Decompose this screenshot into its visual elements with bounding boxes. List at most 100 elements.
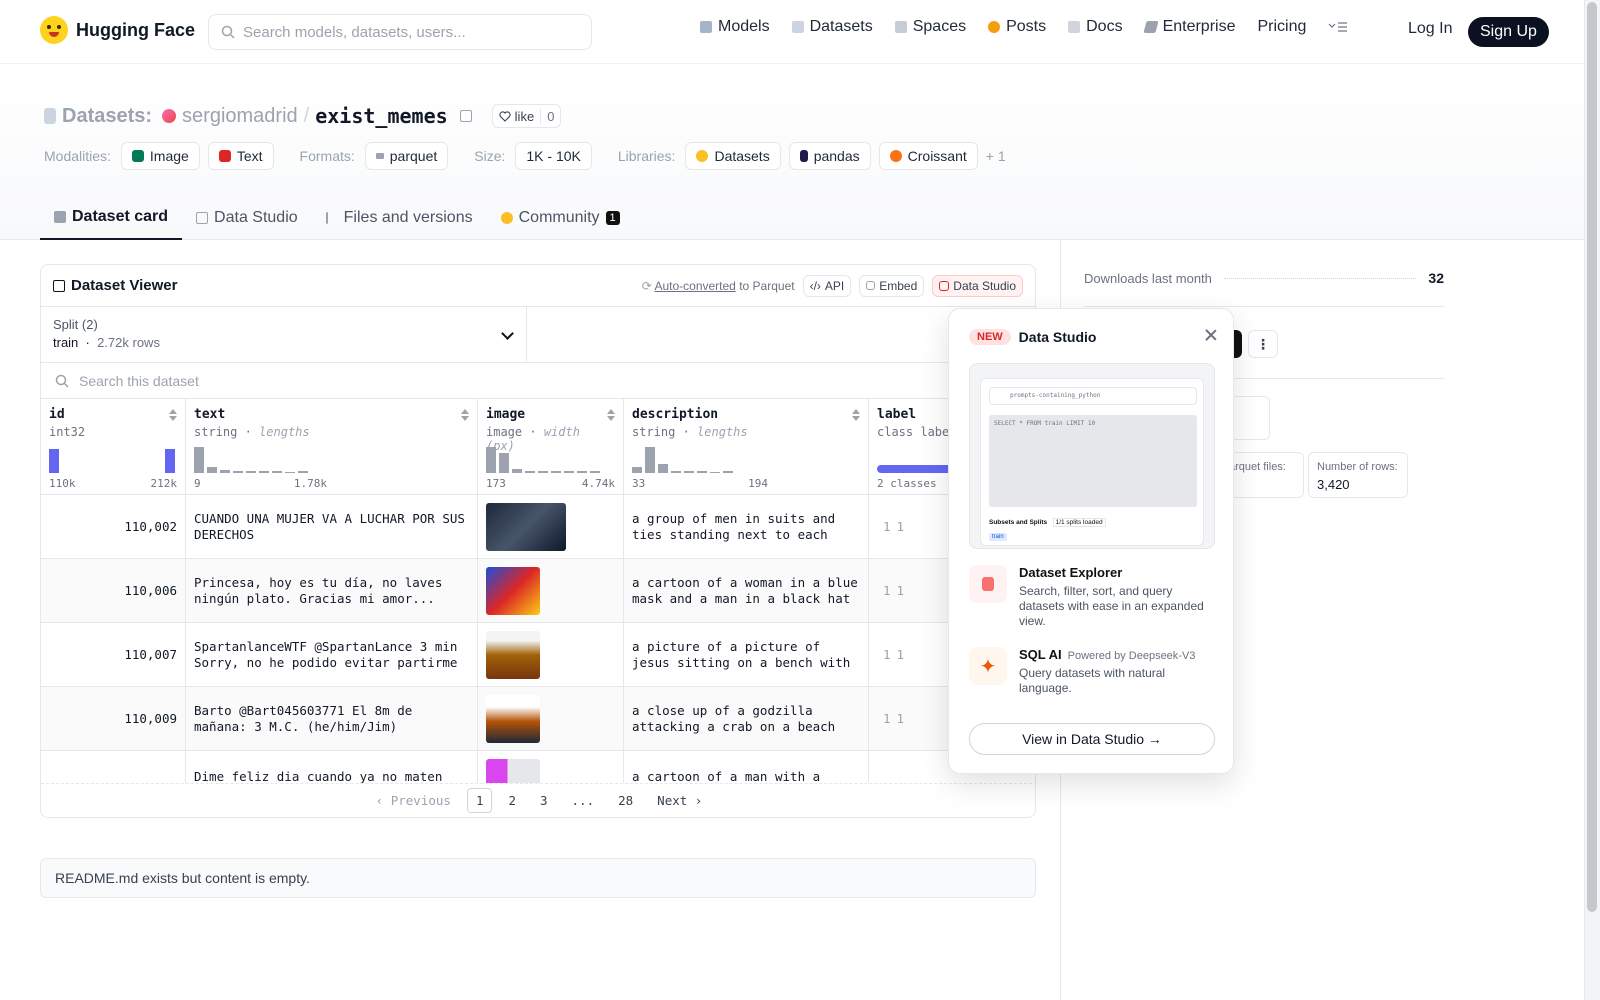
size-tag[interactable]: 1K - 10K: [515, 142, 592, 170]
label-sub: 1: [896, 519, 905, 534]
previous-label: Previous: [390, 793, 451, 808]
top-nav: Hugging Face Models Datasets Spaces Post…: [0, 0, 1584, 64]
cell-description: a group of men in suits and ties standin…: [624, 495, 869, 558]
viewer-header: Dataset Viewer ⟳ Auto-converted to Parqu…: [41, 265, 1035, 307]
page-3[interactable]: 3: [532, 789, 556, 812]
column-header-id[interactable]: id int32 110k 212k: [41, 399, 186, 494]
page-scrollbar[interactable]: [1584, 0, 1600, 1000]
tab-files-versions[interactable]: Files and versions: [312, 196, 487, 240]
sql-ai-feature: ✦ SQL AI Powered by Deepseek-V3 Query dat…: [969, 647, 1215, 696]
tab-data-studio[interactable]: Data Studio: [182, 196, 312, 240]
embed-button[interactable]: Embed: [859, 274, 925, 297]
cell-id: 110,009: [41, 687, 186, 750]
more-options-button[interactable]: ⋮: [1248, 330, 1278, 358]
dataset-tabs: Dataset card Data Studio Files and versi…: [40, 196, 634, 240]
column-header-description[interactable]: description string · lengths 33 194: [624, 399, 869, 494]
format-parquet-tag[interactable]: parquet: [364, 142, 449, 170]
dataset-owner[interactable]: sergiomadrid: [182, 105, 298, 128]
sort-icon[interactable]: [169, 409, 177, 421]
library-datasets-tag[interactable]: Datasets: [685, 142, 781, 170]
library-pandas-tag[interactable]: pandas: [788, 142, 871, 170]
signup-button[interactable]: Sign Up: [1468, 17, 1549, 47]
dataset-title: Datasets: sergiomadrid / exist_memes lik…: [44, 104, 562, 128]
meme-thumbnail[interactable]: [486, 630, 540, 679]
table-row[interactable]: 110,006 Princesa, hoy es tu día, no lave…: [41, 559, 1035, 623]
nav-spaces[interactable]: Spaces: [894, 18, 966, 36]
nav-datasets[interactable]: Datasets: [791, 18, 873, 36]
nav-enterprise[interactable]: Enterprise: [1142, 18, 1235, 36]
preview-train-tag: train: [989, 533, 1007, 541]
range-min: 2 classes: [877, 477, 937, 490]
column-header-text[interactable]: text string · lengths 9 1.78k: [186, 399, 478, 494]
tab-dataset-card-label: Dataset card: [72, 208, 169, 225]
nav-models[interactable]: Models: [700, 18, 770, 36]
table-row[interactable]: 110,007 SpartanlanceWTF @SpartanLance 3 …: [41, 623, 1035, 687]
nav-posts[interactable]: Posts: [988, 18, 1046, 36]
to-parquet-text: to Parquet: [739, 278, 795, 293]
sql-ai-title: SQL AI Powered by Deepseek-V3: [1019, 647, 1215, 662]
format-label: parquet: [389, 148, 438, 164]
range-min: 33: [632, 477, 646, 490]
book-icon: [1068, 21, 1081, 33]
auto-converted-link[interactable]: Auto-converted: [654, 279, 735, 293]
data-studio-label: Data Studio: [953, 278, 1016, 293]
modality-text-tag[interactable]: Text: [207, 142, 274, 170]
nav-more[interactable]: [1328, 20, 1348, 34]
cell-image: [478, 623, 624, 686]
meme-thumbnail[interactable]: [486, 694, 540, 743]
close-icon[interactable]: [1203, 327, 1219, 343]
auto-converted-note[interactable]: ⟳ Auto-converted to Parquet: [642, 279, 795, 293]
modality-image-tag[interactable]: Image: [120, 142, 200, 170]
tab-files-label: Files and versions: [343, 209, 473, 226]
global-search[interactable]: [208, 14, 592, 50]
pagination-next[interactable]: Next ›: [649, 789, 710, 812]
table-row[interactable]: 110,002 CUANDO UNA MUJER VA A LUCHAR POR…: [41, 495, 1035, 559]
enterprise-icon: [1142, 21, 1159, 33]
downloads-value: 32: [1428, 270, 1444, 286]
scrollbar-thumb[interactable]: [1587, 2, 1597, 912]
nav-docs[interactable]: Docs: [1068, 18, 1123, 36]
meme-thumbnail[interactable]: [486, 502, 566, 551]
page-1[interactable]: 1: [466, 788, 493, 813]
meme-thumbnail[interactable]: [486, 566, 540, 615]
column-header-image[interactable]: image image · width (px) 173 4.74k: [478, 399, 624, 494]
nav-pricing[interactable]: Pricing: [1257, 18, 1306, 36]
data-studio-button[interactable]: Data Studio: [932, 274, 1023, 297]
dataset-search[interactable]: Search this dataset: [41, 363, 1035, 399]
croissant-icon: [889, 150, 902, 162]
split-selector[interactable]: Split (2) train · 2.72k rows: [41, 307, 527, 362]
cell-text-value: Princesa, hoy es tu día, no laves ningún…: [194, 574, 443, 606]
like-label: like: [514, 108, 535, 124]
table-row[interactable]: 110,009 Barto @Bart045603771 El 8m de ma…: [41, 687, 1035, 751]
view-in-data-studio-button[interactable]: View in Data Studio →: [969, 723, 1215, 755]
tab-community-label: Community: [518, 209, 600, 226]
more-libraries[interactable]: + 1: [986, 148, 1006, 164]
page-ellipsis: ...: [571, 793, 595, 808]
login-link[interactable]: Log In: [1408, 20, 1452, 38]
tab-dataset-card[interactable]: Dataset card: [40, 196, 183, 240]
library-croissant-tag[interactable]: Croissant: [878, 142, 978, 170]
cell-description: a picture of a picture of jesus sitting …: [624, 623, 869, 686]
column-type: string · lengths: [632, 425, 748, 439]
global-search-input[interactable]: [243, 23, 563, 41]
brand[interactable]: Hugging Face: [40, 16, 195, 44]
pagination-previous[interactable]: ‹ Previous: [368, 789, 459, 812]
cell-image: [478, 687, 624, 750]
viewer-title-text: Dataset Viewer: [71, 277, 178, 294]
dataset-name[interactable]: exist_memes: [315, 104, 447, 128]
sort-icon[interactable]: [852, 409, 860, 421]
explorer-icon: [969, 565, 1007, 603]
page-2[interactable]: 2: [500, 789, 524, 812]
cell-description-value: a cartoon of a woman in a blue mask and …: [632, 574, 858, 606]
sort-icon[interactable]: [461, 409, 469, 421]
pandas-icon: [799, 150, 808, 162]
search-icon: [55, 374, 69, 388]
label-sub: 1: [896, 647, 905, 662]
copy-icon[interactable]: [459, 110, 472, 122]
like-button[interactable]: like 0: [491, 104, 562, 128]
api-button[interactable]: ‹/› API: [802, 274, 852, 297]
datasets-label[interactable]: Datasets:: [62, 105, 152, 128]
sort-icon[interactable]: [607, 409, 615, 421]
tab-community[interactable]: Community 1: [487, 196, 634, 240]
page-28[interactable]: 28: [610, 789, 641, 812]
